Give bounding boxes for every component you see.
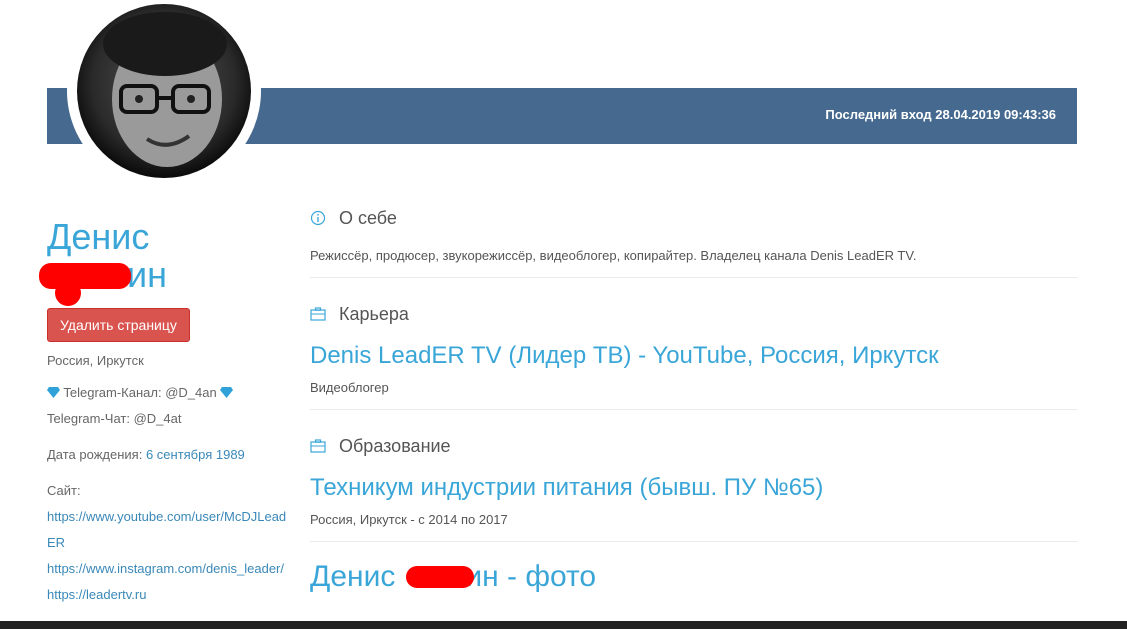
- education-header: Образование: [310, 428, 1077, 464]
- education-details: Россия, Иркутск - с 2014 по 2017: [310, 512, 508, 527]
- last-login-text: Последний вход 28.04.2019 09:43:36: [825, 107, 1056, 122]
- profile-main: О себе Режиссёр, продюсер, звукорежиссёр…: [310, 200, 1077, 594]
- info-icon: [310, 210, 326, 226]
- redaction-mark: [39, 263, 131, 289]
- about-text: Режиссёр, продюсер, звукорежиссёр, видео…: [310, 248, 917, 263]
- career-role: Видеоблогер: [310, 380, 389, 395]
- birth-date[interactable]: 6 сентября 1989: [146, 447, 245, 462]
- birth-label: Дата рождения:: [47, 447, 146, 462]
- career-title: Карьера: [339, 303, 409, 324]
- bottom-bar: [0, 621, 1127, 629]
- delete-page-button[interactable]: Удалить страницу: [47, 308, 190, 342]
- briefcase-icon: [310, 307, 326, 321]
- education-link[interactable]: Техникум индустрии питания (бывш. ПУ №65…: [310, 472, 1077, 504]
- briefcase-icon: [310, 439, 326, 453]
- redaction-mark: [406, 566, 474, 588]
- photos-title[interactable]: Денис ин - фото: [310, 560, 1077, 594]
- birth-date-row: Дата рождения: 6 сентября 1989: [47, 442, 287, 468]
- site-link-youtube[interactable]: https://www.youtube.com/user/McDJLeadER: [47, 504, 287, 556]
- avatar[interactable]: [67, 0, 261, 188]
- site-label: Сайт:: [47, 483, 81, 498]
- telegram-channel-row: Telegram-Канал: @D_4an: [47, 380, 287, 406]
- education-title: Образование: [339, 435, 451, 456]
- profile-sidebar: Денис ин Удалить страницу Россия, Иркутс…: [39, 216, 287, 608]
- first-name: Денис: [47, 216, 150, 257]
- avatar-photo: [77, 4, 251, 178]
- career-section: Карьера Denis LeadER TV (Лидер ТВ) - You…: [310, 296, 1077, 410]
- diamond-icon: [220, 387, 234, 398]
- about-title: О себе: [339, 207, 397, 228]
- career-link[interactable]: Denis LeadER TV (Лидер ТВ) - YouTube, Ро…: [310, 340, 1077, 372]
- career-header: Карьера: [310, 296, 1077, 332]
- telegram-chat: Telegram-Чат: @D_4at: [47, 411, 182, 426]
- location: Россия, Иркутск: [47, 353, 144, 368]
- profile-name: Денис ин: [39, 216, 287, 306]
- about-section: О себе Режиссёр, продюсер, звукорежиссёр…: [310, 200, 1077, 278]
- education-section: Образование Техникум индустрии питания (…: [310, 428, 1077, 542]
- diamond-icon: [47, 387, 60, 398]
- site-link-leadertv[interactable]: https://leadertv.ru: [47, 587, 146, 602]
- redaction-mark: [55, 280, 81, 306]
- about-header: О себе: [310, 200, 1077, 236]
- site-link-instagram[interactable]: https://www.instagram.com/denis_leader/ …: [47, 556, 287, 608]
- telegram-channel: Telegram-Канал: @D_4an: [63, 385, 217, 400]
